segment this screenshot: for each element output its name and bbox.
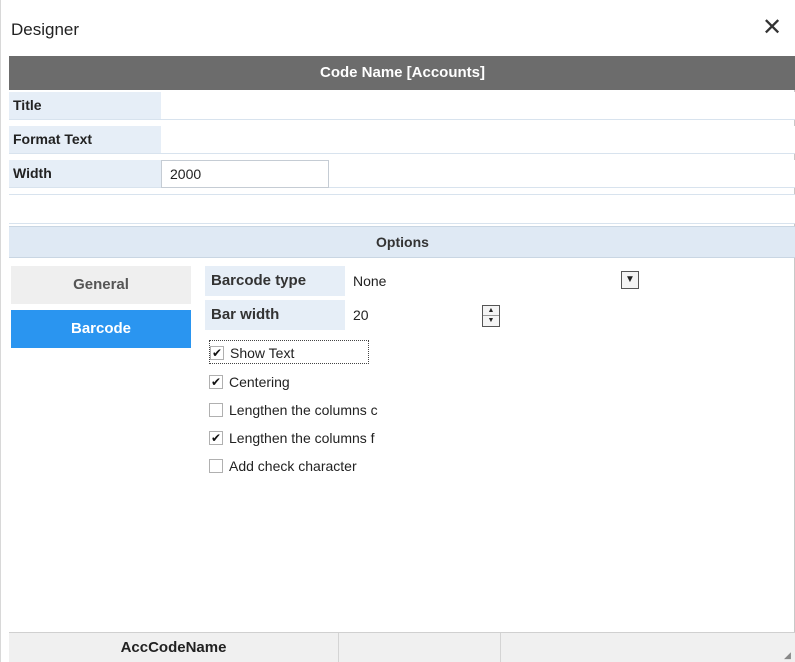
checkbox-label: Lengthen the columns c [229, 402, 378, 418]
code-name-header: Code Name [Accounts] [9, 56, 795, 90]
bar-width-row: Bar width 20 [205, 300, 505, 330]
checkbox-box[interactable] [209, 459, 223, 473]
centering-checkbox[interactable]: ✔ Centering [209, 370, 409, 394]
title-field[interactable] [161, 92, 795, 119]
barcode-type-row: Barcode type None [205, 266, 645, 296]
title-label: Title [9, 92, 161, 119]
checkbox-box[interactable] [209, 403, 223, 417]
checkbox-label: Show Text [230, 345, 295, 361]
checkbox-label: Centering [229, 374, 290, 390]
lengthen-columns-c-checkbox[interactable]: Lengthen the columns c [209, 398, 449, 422]
footer-cell-3[interactable] [501, 633, 794, 662]
checkbox-box[interactable]: ✔ [209, 375, 223, 389]
title-bar: Designer ✕ [1, 0, 795, 56]
tab-barcode[interactable]: Barcode [11, 310, 191, 348]
add-check-character-checkbox[interactable]: Add check character [209, 454, 449, 478]
resize-grip-icon[interactable]: ◢ [784, 650, 794, 660]
window-title: Designer [11, 20, 80, 39]
spin-up-icon[interactable]: ▲ [483, 306, 499, 316]
checkbox-label: Add check character [229, 458, 357, 474]
property-row-title: Title [9, 92, 795, 120]
checkbox-box[interactable]: ✔ [209, 431, 223, 445]
tab-general[interactable]: General [11, 266, 191, 304]
bar-width-input[interactable]: 20 [353, 300, 369, 330]
spin-down-icon[interactable]: ▼ [483, 316, 499, 326]
empty-row [9, 194, 795, 224]
bar-width-label: Bar width [205, 300, 345, 330]
footer-cell-2[interactable] [339, 633, 501, 662]
width-label: Width [9, 160, 161, 187]
lengthen-columns-f-checkbox[interactable]: ✔ Lengthen the columns f [209, 426, 449, 450]
format-text-field[interactable] [161, 126, 795, 153]
close-icon[interactable]: ✕ [760, 16, 784, 40]
designer-window: Designer ✕ Code Name [Accounts] Title Fo… [0, 0, 795, 662]
chevron-down-icon[interactable]: ▼ [621, 271, 639, 289]
property-row-width: Width 2000 [9, 160, 795, 188]
barcode-type-label: Barcode type [205, 266, 345, 296]
checkbox-box[interactable]: ✔ [210, 346, 224, 360]
width-field[interactable]: 2000 [161, 160, 329, 188]
footer-cell-acc-code-name[interactable]: AccCodeName [9, 633, 339, 662]
property-row-format-text: Format Text [9, 126, 795, 154]
spinner-icon[interactable]: ▲ ▼ [482, 305, 500, 327]
options-header: Options [9, 226, 795, 258]
show-text-checkbox[interactable]: ✔ Show Text [209, 340, 369, 364]
checkbox-label: Lengthen the columns f [229, 430, 375, 446]
footer-grid-row: AccCodeName ◢ [9, 632, 795, 662]
barcode-type-select[interactable]: None [353, 266, 386, 296]
format-text-label: Format Text [9, 126, 161, 153]
